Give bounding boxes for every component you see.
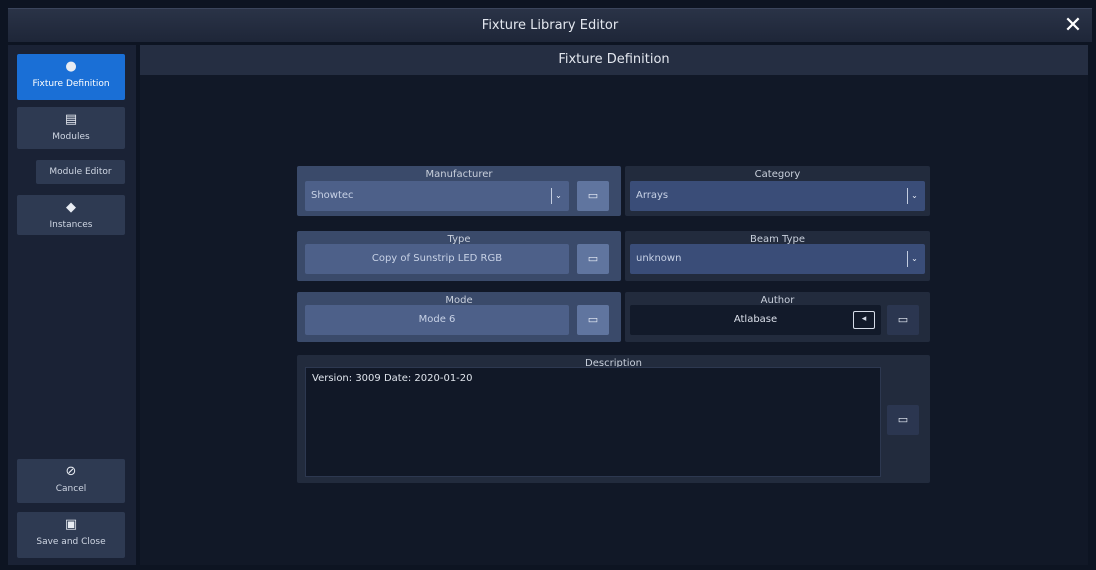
author-panel: Author Atlabase ◂ ▭: [625, 292, 930, 342]
author-value: Atlabase: [733, 314, 778, 325]
category-select[interactable]: Arrays ⌄: [630, 181, 925, 211]
chevron-down-icon[interactable]: ⌄: [907, 188, 921, 204]
save-label: Save and Close: [36, 537, 106, 547]
sidebar-item-modules[interactable]: ▤ Modules: [17, 107, 125, 149]
sidebar-item-fixture-definition[interactable]: ● Fixture Definition: [17, 54, 125, 100]
fixture-icon: ●: [65, 59, 77, 74]
manufacturer-select[interactable]: Showtec ⌄: [305, 181, 569, 211]
type-panel: Type Copy of Sunstrip LED RGB ▭: [297, 231, 621, 281]
keyboard-icon[interactable]: ▭: [887, 405, 919, 435]
mode-field[interactable]: Mode 6: [305, 305, 569, 335]
cancel-icon: ⊘: [65, 464, 77, 479]
window-title: Fixture Library Editor: [481, 18, 619, 33]
manufacturer-panel: Manufacturer Showtec ⌄ ▭: [297, 166, 621, 216]
main-content: Fixture Definition Manufacturer Showtec …: [140, 45, 1088, 565]
sidebar-item-module-editor[interactable]: Module Editor: [36, 160, 125, 184]
beam-type-panel: Beam Type unknown ⌄: [625, 231, 930, 281]
save-and-close-button[interactable]: ▣ Save and Close: [17, 512, 125, 558]
cancel-button[interactable]: ⊘ Cancel: [17, 459, 125, 503]
manufacturer-label: Manufacturer: [425, 169, 493, 180]
description-panel: Description Version: 3009 Date: 2020-01-…: [297, 355, 930, 483]
title-bar: Fixture Library Editor ✕: [8, 8, 1092, 42]
document-icon: ▤: [64, 112, 78, 127]
mode-panel: Mode Mode 6 ▭: [297, 292, 621, 342]
close-icon[interactable]: ✕: [1060, 13, 1086, 39]
sidebar-item-label: Modules: [52, 132, 90, 142]
chevron-down-icon[interactable]: ⌄: [551, 188, 565, 204]
beam-type-select[interactable]: unknown ⌄: [630, 244, 925, 274]
category-panel: Category Arrays ⌄: [625, 166, 930, 216]
category-label: Category: [754, 169, 801, 180]
cancel-label: Cancel: [55, 484, 87, 494]
category-value: Arrays: [636, 190, 669, 201]
chevron-down-icon[interactable]: ⌄: [907, 251, 921, 267]
save-icon: ▣: [64, 517, 78, 532]
manufacturer-value: Showtec: [311, 190, 354, 201]
sidebar-item-label: Fixture Definition: [32, 79, 110, 89]
keyboard-icon[interactable]: ▭: [577, 181, 609, 211]
type-field[interactable]: Copy of Sunstrip LED RGB: [305, 244, 569, 274]
beam-type-value: unknown: [636, 253, 682, 264]
stack-icon: ◆: [66, 200, 76, 215]
page-title: Fixture Definition: [140, 45, 1088, 75]
keyboard-icon[interactable]: ▭: [887, 305, 919, 335]
keyboard-icon[interactable]: ▭: [577, 244, 609, 274]
backspace-icon[interactable]: ◂: [853, 311, 875, 329]
author-field[interactable]: Atlabase ◂: [630, 305, 881, 335]
sidebar-item-instances[interactable]: ◆ Instances: [17, 195, 125, 235]
sidebar: ● Fixture Definition ▤ Modules Module Ed…: [8, 45, 136, 565]
keyboard-icon[interactable]: ▭: [577, 305, 609, 335]
sidebar-item-label: Instances: [49, 220, 93, 230]
description-textarea[interactable]: Version: 3009 Date: 2020-01-20: [305, 367, 881, 477]
